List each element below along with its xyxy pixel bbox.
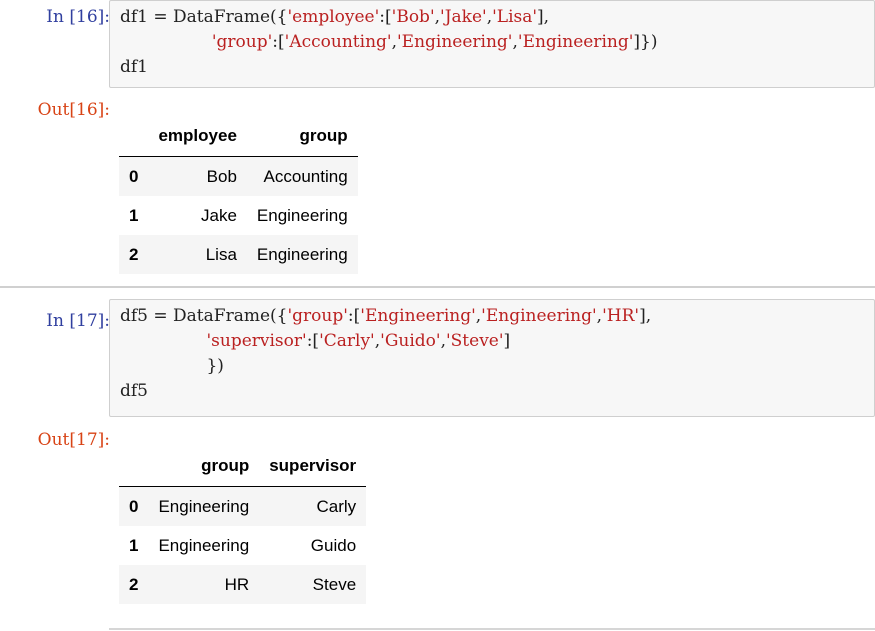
row-index: 0 — [129, 166, 139, 186]
table-row: 0 Bob Accounting — [119, 156, 358, 196]
table-cell: Jake — [200, 205, 237, 225]
column-header: supervisor — [259, 445, 367, 487]
table-cell: Bob — [206, 166, 237, 186]
table-row: 1 Jake Engineering — [119, 196, 358, 235]
output-prompt: Out[16]: — [37, 100, 110, 120]
dataframe-table: employee group 0 Bob Accounting 1 Jake E… — [119, 115, 358, 274]
next-cell-border — [109, 628, 875, 630]
column-header: group — [246, 115, 358, 157]
table-cell: Carly — [316, 496, 357, 516]
code-editor[interactable]: df5 = DataFrame({'group':['Engineering',… — [110, 300, 874, 408]
table-cell: Engineering — [256, 244, 348, 264]
column-header: employee — [148, 115, 247, 157]
row-index: 1 — [129, 205, 139, 225]
output-prompt: Out[17]: — [37, 430, 110, 450]
table-row: 1 Engineering Guido — [119, 526, 366, 565]
table-cell: Lisa — [205, 244, 237, 264]
code-input-area[interactable]: df5 = DataFrame({'group':['Engineering',… — [109, 299, 875, 417]
table-header-row: employee group — [119, 115, 358, 157]
input-prompt: In [17]: — [46, 311, 110, 331]
table-cell: Engineering — [158, 535, 250, 555]
table-cell: Guido — [310, 535, 357, 555]
row-index: 0 — [129, 496, 139, 516]
cell-divider — [0, 286, 875, 288]
table-cell: Engineering — [256, 205, 348, 225]
code-editor[interactable]: df1 = DataFrame({'employee':['Bob','Jake… — [110, 1, 874, 84]
table-header-row: group supervisor — [119, 445, 367, 487]
row-index: 1 — [129, 535, 139, 555]
row-index: 2 — [129, 574, 139, 594]
index-header — [119, 445, 149, 487]
table-cell: Accounting — [263, 166, 348, 186]
index-header — [119, 115, 149, 157]
table-row: 2 HR Steve — [119, 565, 367, 604]
table-row: 2 Lisa Engineering — [119, 235, 358, 274]
table-cell: Steve — [312, 574, 357, 594]
table-cell: HR — [224, 574, 250, 594]
input-prompt: In [16]: — [46, 7, 110, 27]
code-input-area[interactable]: df1 = DataFrame({'employee':['Bob','Jake… — [109, 0, 875, 88]
table-cell: Engineering — [158, 496, 250, 516]
table-row: 0 Engineering Carly — [119, 486, 367, 526]
row-index: 2 — [129, 244, 139, 264]
column-header: group — [148, 445, 260, 487]
dataframe-table: group supervisor 0 Engineering Carly 1 E… — [119, 445, 367, 604]
